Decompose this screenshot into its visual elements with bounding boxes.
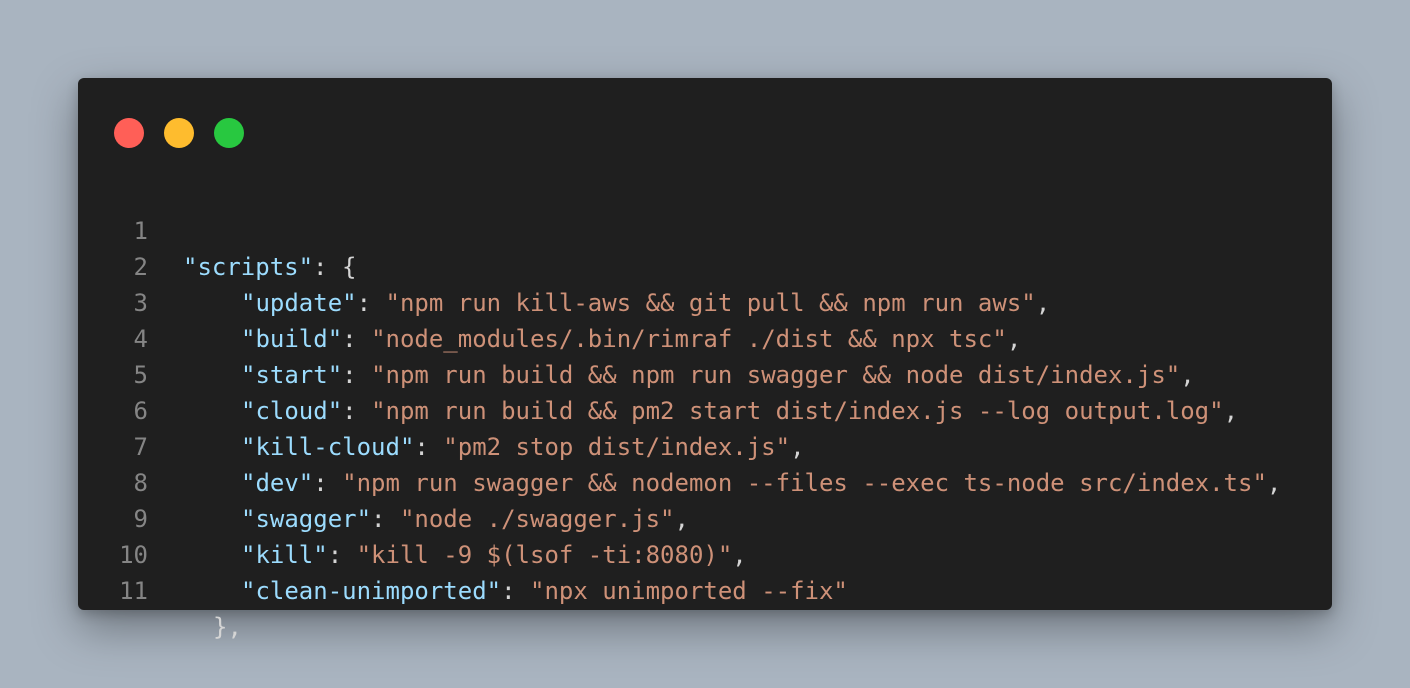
minimize-button[interactable]	[164, 118, 194, 148]
code-block: 1 "scripts": { 2 "update": "npm run kill…	[78, 177, 1332, 641]
code-line: 2 "update": "npm run kill-aws && git pul…	[78, 213, 1332, 317]
code-line: 10 "clean-unimported": "npx unimported -…	[78, 501, 1332, 605]
close-button[interactable]	[114, 118, 144, 148]
code-line: 9 "kill": "kill -9 $(lsof -ti:8080)",	[78, 465, 1332, 569]
json-key: "clean-unimported"	[241, 577, 502, 605]
code-line: 11 },	[78, 537, 1332, 641]
code-line: 6 "kill-cloud": "pm2 stop dist/index.js"…	[78, 357, 1332, 461]
code-line: 3 "build": "node_modules/.bin/rimraf ./d…	[78, 249, 1332, 353]
zoom-button[interactable]	[214, 118, 244, 148]
code-line: 1 "scripts": {	[78, 177, 1332, 281]
line-number: 11	[119, 577, 148, 605]
json-closing-brace: },	[213, 613, 242, 641]
line-content: },	[213, 609, 242, 645]
json-string-value: "npx unimported --fix"	[530, 577, 848, 605]
code-line: 8 "swagger": "node ./swagger.js",	[78, 429, 1332, 533]
code-line: 7 "dev": "npm run swagger && nodemon --f…	[78, 393, 1332, 497]
line-content: "clean-unimported": "npx unimported --fi…	[241, 573, 848, 609]
json-separator: :	[501, 577, 530, 605]
code-line: 4 "start": "npm run build && npm run swa…	[78, 285, 1332, 389]
code-line: 5 "cloud": "npm run build && pm2 start d…	[78, 321, 1332, 425]
code-window: 1 "scripts": { 2 "update": "npm run kill…	[78, 78, 1332, 641]
